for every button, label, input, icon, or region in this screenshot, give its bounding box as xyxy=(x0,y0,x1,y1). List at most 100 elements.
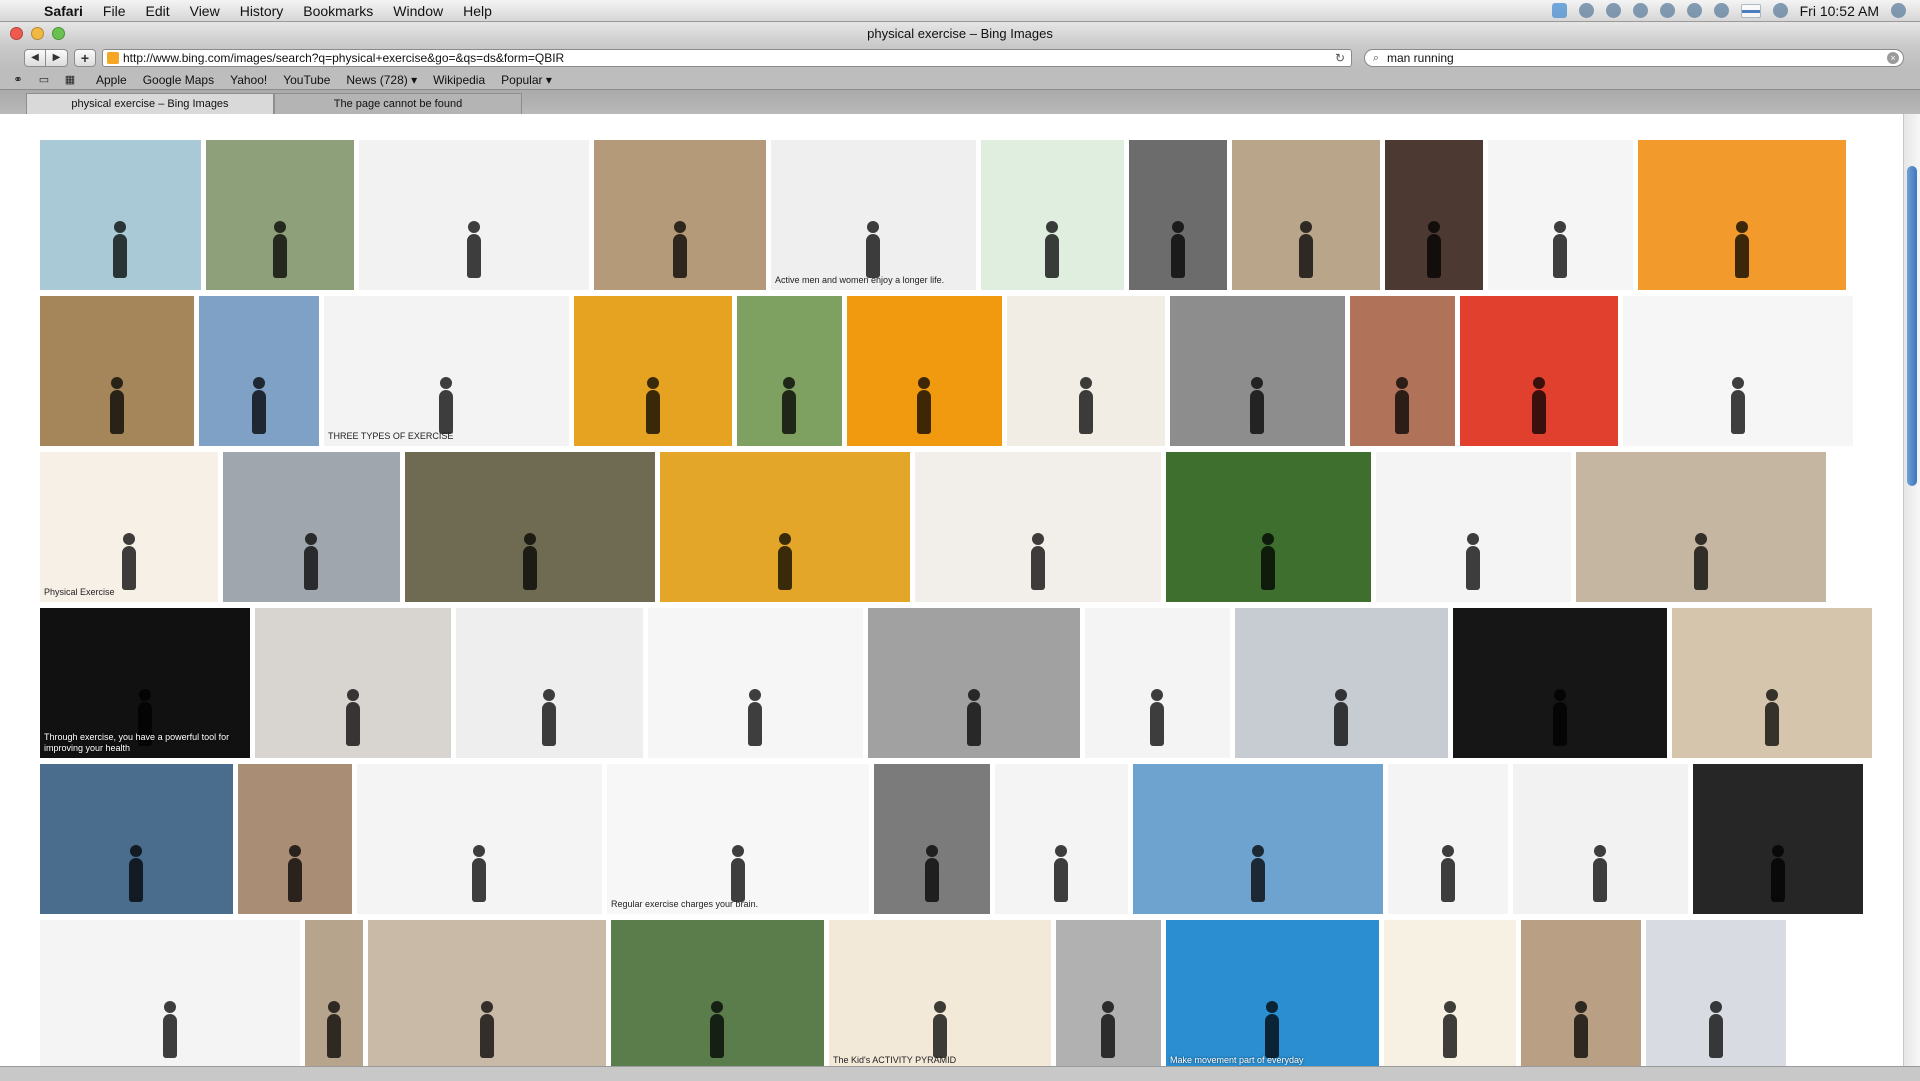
image-thumbnail[interactable] xyxy=(574,296,732,446)
image-thumbnail[interactable] xyxy=(660,452,910,602)
status-icon[interactable] xyxy=(1632,3,1648,18)
wifi-icon[interactable] xyxy=(1713,3,1729,18)
image-thumbnail[interactable] xyxy=(1170,296,1345,446)
dropbox-icon[interactable] xyxy=(1551,3,1567,18)
image-thumbnail[interactable] xyxy=(40,764,233,914)
image-thumbnail[interactable] xyxy=(737,296,842,446)
reload-icon[interactable]: ↻ xyxy=(1335,51,1351,65)
image-thumbnail[interactable] xyxy=(1638,140,1846,290)
bookmarks-book-icon[interactable]: ▭ xyxy=(36,74,52,86)
vertical-scrollbar[interactable] xyxy=(1903,114,1920,1066)
search-input[interactable]: man running xyxy=(1387,51,1887,65)
image-thumbnail[interactable] xyxy=(1460,296,1618,446)
image-thumbnail[interactable] xyxy=(1133,764,1383,914)
volume-icon[interactable] xyxy=(1772,3,1788,18)
image-thumbnail[interactable]: The Kid's ACTIVITY PYRAMID xyxy=(829,920,1051,1066)
bookmark-youtube[interactable]: YouTube xyxy=(275,73,338,87)
image-thumbnail[interactable] xyxy=(1521,920,1641,1066)
zoom-window-button[interactable] xyxy=(52,27,65,40)
image-thumbnail[interactable] xyxy=(456,608,643,758)
bookmark-popular-folder[interactable]: Popular ▾ xyxy=(493,73,560,87)
image-thumbnail[interactable] xyxy=(1085,608,1230,758)
image-thumbnail[interactable] xyxy=(199,296,319,446)
image-thumbnail[interactable] xyxy=(368,920,606,1066)
bookmark-google-maps[interactable]: Google Maps xyxy=(135,73,222,87)
tab-page-not-found[interactable]: The page cannot be found xyxy=(274,93,522,114)
menu-help[interactable]: Help xyxy=(453,0,502,22)
back-button[interactable]: ◀ xyxy=(24,49,46,67)
image-thumbnail[interactable] xyxy=(1384,920,1516,1066)
image-thumbnail[interactable] xyxy=(995,764,1128,914)
minimize-window-button[interactable] xyxy=(31,27,44,40)
image-thumbnail[interactable]: THREE TYPES OF EXERCISE xyxy=(324,296,569,446)
image-thumbnail[interactable] xyxy=(1646,920,1786,1066)
add-bookmark-button[interactable]: + xyxy=(74,49,96,67)
image-thumbnail[interactable] xyxy=(868,608,1080,758)
status-icon[interactable] xyxy=(1605,3,1621,18)
address-bar[interactable]: http://www.bing.com/images/search?q=phys… xyxy=(102,49,1352,67)
image-thumbnail[interactable] xyxy=(611,920,824,1066)
image-thumbnail[interactable] xyxy=(1056,920,1161,1066)
image-thumbnail[interactable] xyxy=(1166,452,1371,602)
spotlight-icon[interactable] xyxy=(1891,3,1906,18)
image-thumbnail[interactable] xyxy=(1388,764,1508,914)
menu-bookmarks[interactable]: Bookmarks xyxy=(293,0,383,22)
image-thumbnail[interactable] xyxy=(1376,452,1571,602)
search-field[interactable]: ⌕ man running × xyxy=(1364,49,1904,67)
image-thumbnail[interactable] xyxy=(1672,608,1872,758)
image-thumbnail[interactable] xyxy=(847,296,1002,446)
input-source-flag-icon[interactable] xyxy=(1740,3,1761,18)
image-thumbnail[interactable] xyxy=(874,764,990,914)
image-thumbnail[interactable] xyxy=(1693,764,1863,914)
image-thumbnail[interactable] xyxy=(1350,296,1455,446)
tab-bing-images[interactable]: physical exercise – Bing Images xyxy=(26,93,274,114)
image-thumbnail[interactable] xyxy=(1453,608,1667,758)
image-thumbnail[interactable] xyxy=(359,140,589,290)
image-thumbnail[interactable] xyxy=(40,140,201,290)
bookmark-wikipedia[interactable]: Wikipedia xyxy=(425,73,493,87)
image-thumbnail[interactable]: Regular exercise charges your brain. xyxy=(607,764,869,914)
menu-history[interactable]: History xyxy=(230,0,294,22)
bookmark-apple[interactable]: Apple xyxy=(88,73,135,87)
image-thumbnail[interactable] xyxy=(1576,452,1826,602)
image-thumbnail[interactable] xyxy=(1623,296,1853,446)
bookmark-yahoo[interactable]: Yahoo! xyxy=(222,73,275,87)
image-thumbnail[interactable] xyxy=(40,920,300,1066)
image-thumbnail[interactable] xyxy=(648,608,863,758)
image-thumbnail[interactable] xyxy=(1235,608,1448,758)
image-thumbnail[interactable] xyxy=(981,140,1124,290)
bookmark-news-folder[interactable]: News (728) ▾ xyxy=(338,73,425,87)
image-thumbnail[interactable] xyxy=(238,764,352,914)
image-thumbnail[interactable] xyxy=(357,764,602,914)
menu-clock[interactable]: Fri 10:52 AM xyxy=(1800,3,1879,19)
clear-search-icon[interactable]: × xyxy=(1887,52,1899,64)
image-thumbnail[interactable]: Make movement part of everyday xyxy=(1166,920,1379,1066)
menu-view[interactable]: View xyxy=(180,0,230,22)
image-thumbnail[interactable] xyxy=(1385,140,1483,290)
scrollbar-thumb[interactable] xyxy=(1907,166,1917,486)
menu-edit[interactable]: Edit xyxy=(135,0,179,22)
image-thumbnail[interactable] xyxy=(915,452,1161,602)
menu-window[interactable]: Window xyxy=(383,0,453,22)
reading-list-glasses-icon[interactable]: ⚭ xyxy=(10,74,26,86)
image-thumbnail[interactable]: Physical Exercise xyxy=(40,452,218,602)
image-thumbnail[interactable] xyxy=(40,296,194,446)
image-thumbnail[interactable]: Active men and women enjoy a longer life… xyxy=(771,140,976,290)
time-machine-icon[interactable] xyxy=(1659,3,1675,18)
status-icon[interactable] xyxy=(1578,3,1594,18)
forward-button[interactable]: ▶ xyxy=(46,49,68,67)
close-window-button[interactable] xyxy=(10,27,23,40)
image-thumbnail[interactable] xyxy=(405,452,655,602)
menu-safari[interactable]: Safari xyxy=(34,0,93,22)
image-thumbnail[interactable] xyxy=(223,452,400,602)
address-url[interactable]: http://www.bing.com/images/search?q=phys… xyxy=(123,51,1335,65)
menu-file[interactable]: File xyxy=(93,0,136,22)
image-thumbnail[interactable] xyxy=(1007,296,1165,446)
top-sites-grid-icon[interactable]: ▦ xyxy=(62,74,78,86)
image-thumbnail[interactable] xyxy=(1232,140,1380,290)
image-thumbnail[interactable] xyxy=(1488,140,1633,290)
image-thumbnail[interactable] xyxy=(305,920,363,1066)
image-thumbnail[interactable] xyxy=(1513,764,1688,914)
bluetooth-icon[interactable] xyxy=(1686,3,1702,18)
image-thumbnail[interactable] xyxy=(1129,140,1227,290)
